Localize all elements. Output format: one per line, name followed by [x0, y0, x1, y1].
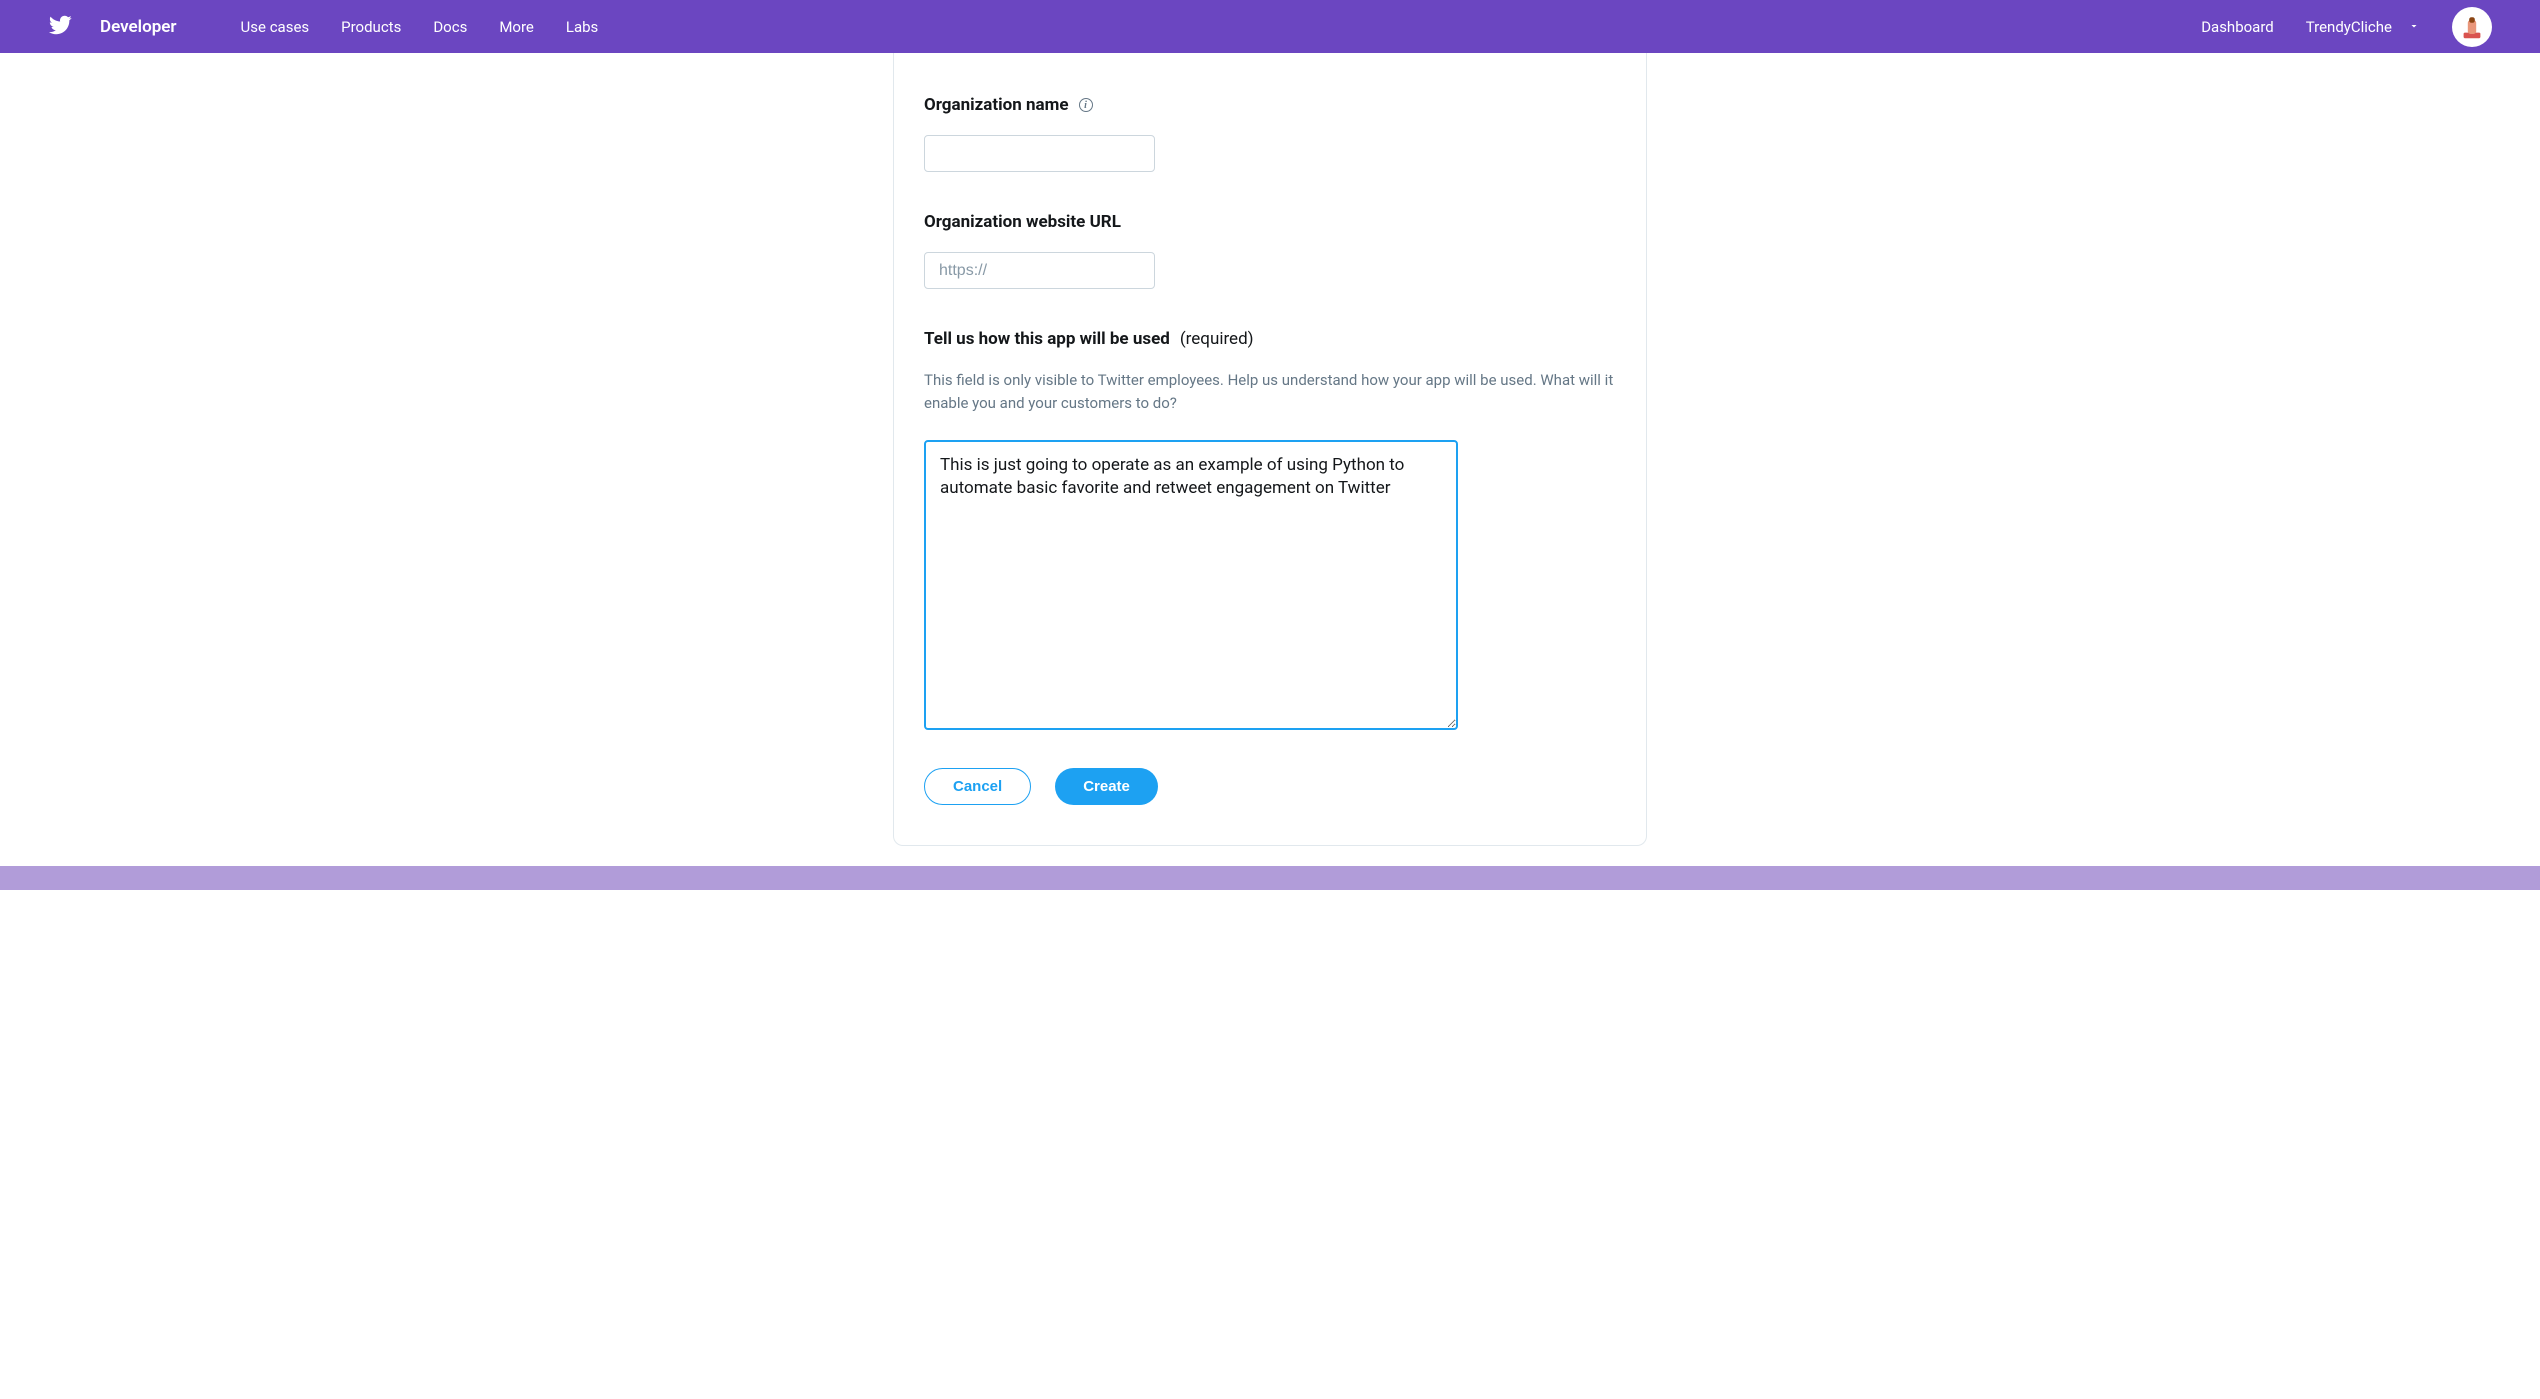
user-menu[interactable]: TrendyCliche	[2306, 17, 2420, 36]
nav-right: Dashboard TrendyCliche	[2201, 7, 2492, 47]
org-name-label-text: Organization name	[924, 95, 1069, 115]
avatar-icon	[2458, 13, 2486, 41]
chevron-down-icon	[2408, 17, 2420, 36]
create-button[interactable]: Create	[1055, 768, 1158, 805]
twitter-logo-icon[interactable]	[48, 13, 72, 41]
nav-use-cases[interactable]: Use cases	[241, 18, 310, 36]
top-nav: Developer Use cases Products Docs More L…	[0, 0, 2540, 53]
app-usage-textarea[interactable]	[924, 440, 1458, 730]
org-name-label: Organization name i	[924, 95, 1616, 115]
org-name-input[interactable]	[924, 135, 1155, 172]
nav-docs[interactable]: Docs	[433, 18, 467, 36]
nav-labs[interactable]: Labs	[566, 18, 598, 36]
org-url-input[interactable]	[924, 252, 1155, 289]
info-icon[interactable]: i	[1079, 98, 1093, 112]
button-row: Cancel Create	[924, 768, 1616, 805]
app-usage-label-text: Tell us how this app will be used	[924, 329, 1170, 349]
cancel-button[interactable]: Cancel	[924, 768, 1031, 805]
main-nav: Use cases Products Docs More Labs	[241, 18, 599, 36]
nav-dashboard[interactable]: Dashboard	[2201, 18, 2274, 36]
app-usage-group: Tell us how this app will be used (requi…	[924, 329, 1616, 734]
nav-left: Developer Use cases Products Docs More L…	[48, 13, 598, 41]
main-content: Organization name i Organization website…	[0, 53, 2540, 846]
org-url-group: Organization website URL	[924, 212, 1616, 289]
org-url-label: Organization website URL	[924, 212, 1616, 232]
form-card: Organization name i Organization website…	[893, 53, 1647, 846]
app-usage-help: This field is only visible to Twitter em…	[924, 369, 1616, 414]
footer-bar	[0, 866, 2540, 890]
required-indicator: (required)	[1180, 329, 1254, 349]
username-label: TrendyCliche	[2306, 18, 2392, 36]
avatar[interactable]	[2452, 7, 2492, 47]
brand-label[interactable]: Developer	[100, 17, 177, 37]
nav-products[interactable]: Products	[341, 18, 401, 36]
org-name-group: Organization name i	[924, 95, 1616, 172]
nav-more[interactable]: More	[499, 18, 534, 36]
app-usage-label: Tell us how this app will be used (requi…	[924, 329, 1616, 349]
org-url-label-text: Organization website URL	[924, 212, 1121, 232]
